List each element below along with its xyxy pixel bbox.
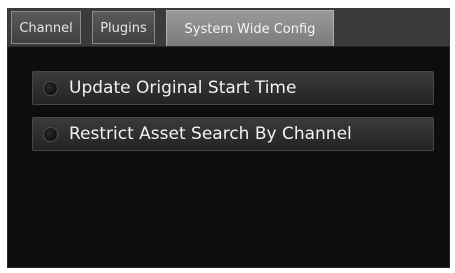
tab-plugins[interactable]: Plugins (92, 11, 155, 44)
tab-strip: Channel Plugins System Wide Config (7, 8, 450, 46)
system-wide-config-panel: Update Original Start Time Restrict Asse… (7, 46, 450, 268)
option-label: Restrict Asset Search By Channel (69, 124, 352, 144)
config-window: Channel Plugins System Wide Config Updat… (0, 0, 455, 273)
radio-led-icon (43, 127, 58, 142)
update-original-start-time-toggle[interactable]: Update Original Start Time (32, 71, 434, 105)
tab-system-wide-config[interactable]: System Wide Config (166, 10, 334, 46)
radio-led-icon (43, 81, 58, 96)
restrict-asset-search-by-channel-toggle[interactable]: Restrict Asset Search By Channel (32, 117, 434, 151)
option-label: Update Original Start Time (69, 78, 297, 98)
tab-channel[interactable]: Channel (11, 11, 81, 44)
